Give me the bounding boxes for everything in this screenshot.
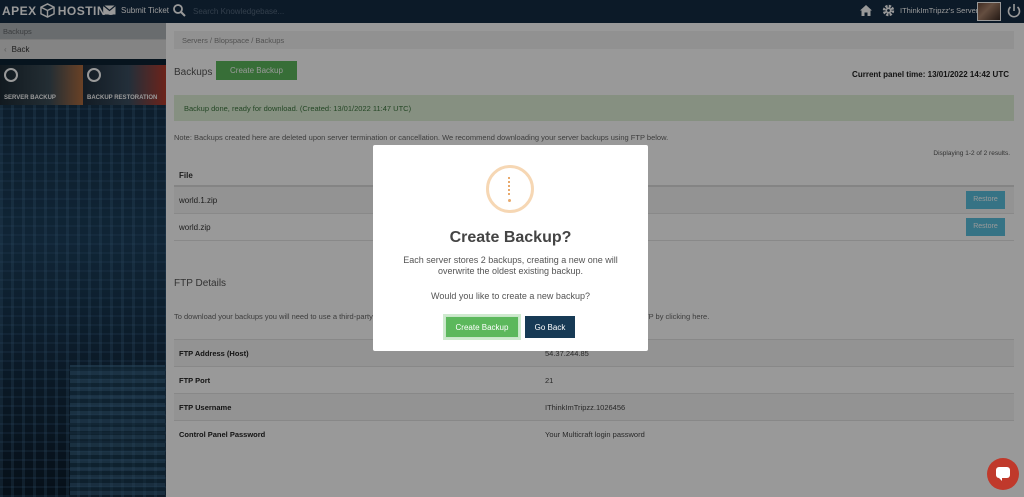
modal-backdrop[interactable]: Create Backup? Each server stores 2 back… — [0, 0, 1024, 497]
warning-dot — [508, 199, 511, 202]
go-back-button[interactable]: Go Back — [525, 316, 575, 338]
warning-mark — [508, 177, 512, 195]
dialog-message: Each server stores 2 backups, creating a… — [403, 255, 618, 276]
warning-icon — [486, 165, 534, 213]
chat-button[interactable] — [987, 458, 1019, 490]
chat-icon-tail — [998, 477, 1002, 481]
dialog-question: Would you like to create a new backup? — [431, 291, 590, 301]
dialog-title: Create Backup? — [449, 229, 572, 246]
confirm-create-backup-button[interactable]: Create Backup — [445, 316, 519, 338]
create-backup-dialog: Create Backup? Each server stores 2 back… — [373, 145, 648, 351]
